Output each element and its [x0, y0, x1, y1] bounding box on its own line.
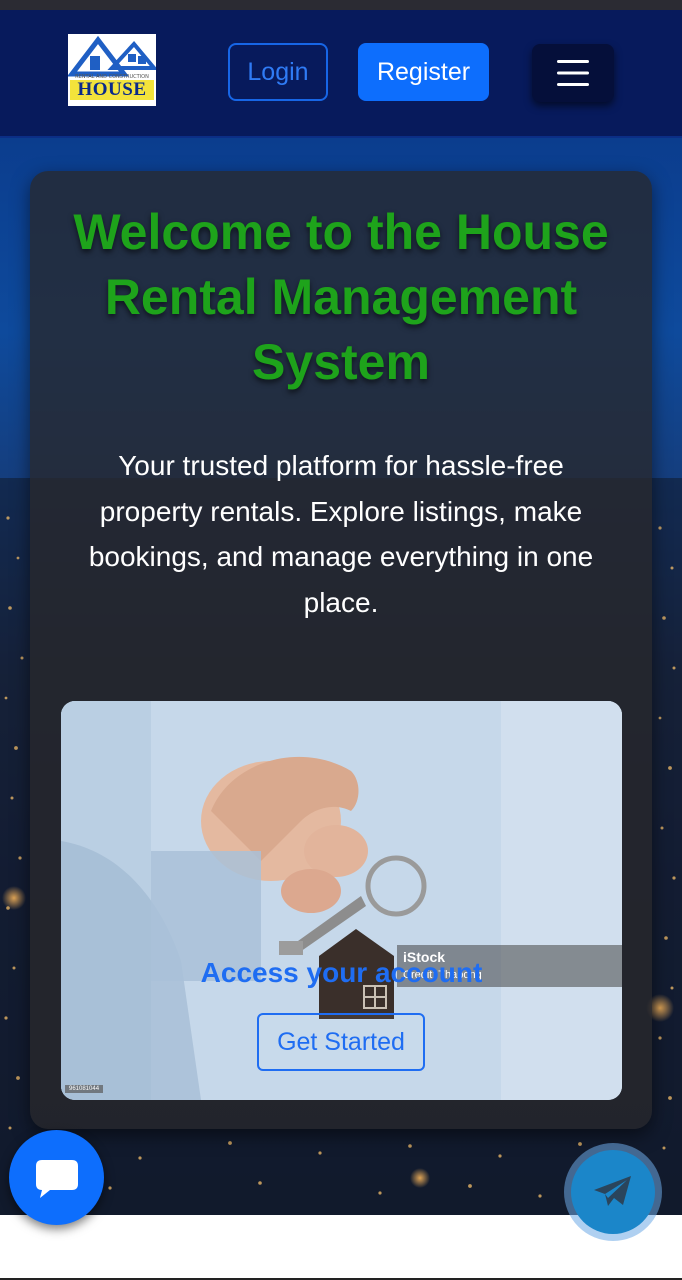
- logo-wordmark: HOUSE: [70, 80, 154, 100]
- hero-title: Welcome to the House Rental Management S…: [73, 204, 609, 390]
- get-started-button[interactable]: Get Started: [257, 1013, 425, 1071]
- access-panel: iStock Credit: Thapong Access your accou…: [61, 701, 622, 1100]
- site-logo[interactable]: RENTAL AND CONSTRUCTION HOUSE: [68, 34, 156, 106]
- telegram-button[interactable]: [564, 1143, 662, 1241]
- telegram-circle: [571, 1150, 655, 1234]
- register-button[interactable]: Register: [358, 43, 489, 101]
- access-title: Access your account: [200, 957, 483, 988]
- top-navbar: RENTAL AND CONSTRUCTION HOUSE Login Regi…: [0, 10, 682, 138]
- telegram-icon: [594, 1176, 631, 1206]
- hamburger-icon: [557, 60, 589, 86]
- photo-id-label: 961081044: [65, 1085, 104, 1093]
- menu-toggle-button[interactable]: [532, 44, 614, 102]
- chat-button[interactable]: [9, 1130, 104, 1225]
- hero-description: Your trusted platform for hassle-free pr…: [88, 450, 594, 618]
- login-button[interactable]: Login: [228, 43, 328, 101]
- chat-bubble-icon: [35, 1159, 78, 1198]
- status-bar-strip: [0, 0, 682, 10]
